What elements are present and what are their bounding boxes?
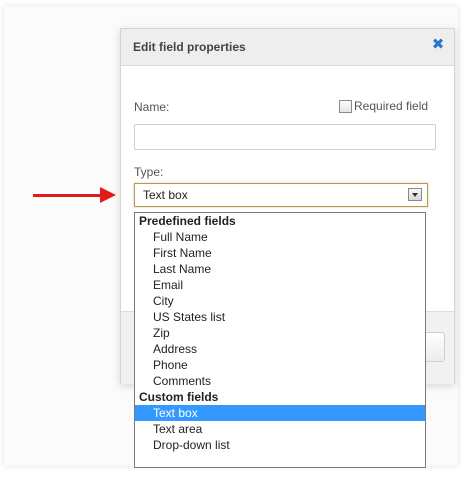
type-select-value: Text box: [143, 188, 188, 202]
dropdown-option[interactable]: First Name: [135, 245, 425, 261]
dropdown-group-label: Custom fields: [139, 390, 219, 404]
dropdown-option[interactable]: City: [135, 293, 425, 309]
pointer-arrow-icon: [33, 194, 103, 197]
name-input[interactable]: [134, 124, 436, 150]
chevron-down-icon[interactable]: [408, 188, 422, 201]
type-label: Type:: [134, 165, 164, 179]
dropdown-option[interactable]: Text area: [135, 421, 425, 437]
dropdown-option[interactable]: Address: [135, 341, 425, 357]
dropdown-option[interactable]: US States list: [135, 309, 425, 325]
name-label: Name:: [134, 100, 170, 114]
dropdown-option[interactable]: Phone: [135, 357, 425, 373]
type-dropdown-list[interactable]: Predefined fields Full Name First Name L…: [134, 212, 426, 468]
dialog-header: Edit field properties ✖: [121, 29, 454, 66]
dropdown-option[interactable]: Zip: [135, 325, 425, 341]
dropdown-group-label: Predefined fields: [139, 214, 236, 228]
close-icon[interactable]: ✖: [430, 37, 446, 53]
type-select[interactable]: Text box: [134, 183, 428, 207]
required-field-label: Required field: [354, 99, 429, 113]
dropdown-option[interactable]: Comments: [135, 373, 425, 389]
dropdown-option[interactable]: Last Name: [135, 261, 425, 277]
dialog-title: Edit field properties: [133, 40, 246, 54]
dropdown-option[interactable]: Drop-down list: [135, 437, 425, 453]
dropdown-option-selected[interactable]: Text box: [135, 405, 425, 421]
required-field-checkbox[interactable]: [339, 100, 352, 113]
dropdown-option[interactable]: Email: [135, 277, 425, 293]
dropdown-option[interactable]: Full Name: [135, 229, 425, 245]
pointer-arrow-head-icon: [100, 187, 116, 203]
